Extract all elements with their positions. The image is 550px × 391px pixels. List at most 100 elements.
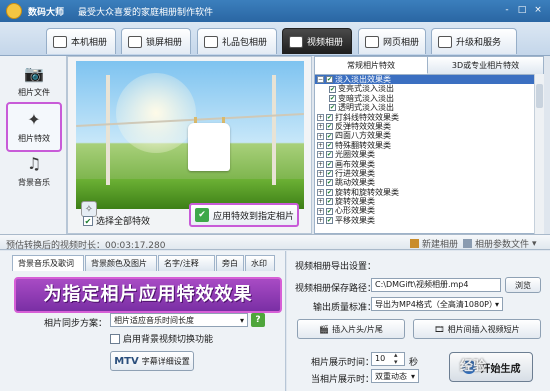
- expand-icon[interactable]: +: [317, 151, 324, 159]
- album-params-button[interactable]: 相册参数文件 ▾: [463, 237, 537, 250]
- expand-icon[interactable]: +: [317, 207, 324, 215]
- expand-icon[interactable]: +: [317, 132, 324, 140]
- new-album-button[interactable]: 新建相册: [410, 237, 458, 250]
- expand-icon[interactable]: +: [317, 141, 324, 149]
- tab-narration[interactable]: 旁白: [216, 255, 244, 271]
- save-path-input[interactable]: C:\DMGift\视频相册.mp4: [371, 278, 501, 292]
- effect-row[interactable]: + ✔ 光圈效果类: [315, 150, 534, 159]
- effect-row[interactable]: ✔ 变亮式淡入淡出: [315, 84, 534, 93]
- effect-label: 画布效果类: [335, 159, 375, 169]
- sidebar-item-background-music[interactable]: ♫ 背景音乐: [6, 148, 62, 198]
- music-note-icon: ♫: [26, 154, 42, 173]
- effect-row[interactable]: + ✔ 特殊翻转效果类: [315, 141, 534, 150]
- tab-web-album[interactable]: 网页相册: [358, 28, 426, 54]
- effect-row[interactable]: + ✔ 平移效果类: [315, 216, 534, 225]
- effect-label: 特殊翻转效果类: [335, 140, 391, 150]
- close-button[interactable]: ×: [531, 4, 545, 16]
- effect-row[interactable]: + ✔ 跳动效果类: [315, 178, 534, 187]
- effect-row[interactable]: ✔ 透明式淡入淡出: [315, 103, 534, 112]
- effect-row[interactable]: + ✔ 四面八方效果类: [315, 131, 534, 140]
- gift-icon: [204, 35, 218, 48]
- tab-regular-effects[interactable]: 常规相片特效: [315, 57, 428, 74]
- display-time-label: 相片展示时间：: [311, 358, 375, 368]
- maximize-button[interactable]: □: [515, 4, 529, 16]
- expand-icon[interactable]: +: [317, 113, 324, 121]
- effect-row[interactable]: − ✔ 淡入淡出效果类: [315, 75, 534, 85]
- expand-icon[interactable]: +: [317, 188, 324, 196]
- effect-checkbox[interactable]: ✔: [326, 160, 333, 168]
- tab-names-notes[interactable]: 名字/注释: [158, 255, 215, 271]
- effect-checkbox[interactable]: ✔: [326, 132, 333, 140]
- effect-checkbox[interactable]: ✔: [326, 113, 333, 121]
- apply-effects-to-photo-button[interactable]: ✔ 应用特效到指定相片: [189, 203, 299, 227]
- tab-3d-effects[interactable]: 3D或专业相片特效: [428, 57, 544, 74]
- effect-row[interactable]: + ✔ 打斜线特效效果类: [315, 113, 534, 122]
- effects-scrollbar[interactable]: [534, 74, 544, 234]
- effect-row[interactable]: + ✔ 心形效果类: [315, 206, 534, 215]
- subtitle-settings-button[interactable]: MTV 字幕详细设置: [110, 351, 194, 371]
- effect-checkbox[interactable]: ✔: [326, 123, 333, 131]
- mtv-badge: MTV: [114, 355, 139, 367]
- photo-preview-panel: ✧ ✔ 选择全部特效 ✔ 应用特效到指定相片: [67, 56, 312, 234]
- tab-music-lyrics[interactable]: 背景音乐及歌词: [12, 255, 84, 271]
- effect-checkbox[interactable]: ✔: [326, 141, 333, 149]
- export-settings-panel: 视频相册导出设置： 视频相册保存路径： C:\DMGift\视频相册.mp4 浏…: [287, 251, 550, 391]
- expand-icon[interactable]: +: [317, 160, 324, 168]
- expand-icon[interactable]: +: [317, 179, 324, 187]
- minimize-button[interactable]: -: [500, 4, 514, 16]
- effect-row[interactable]: + ✔ 反弹特效效果类: [315, 122, 534, 131]
- tab-upgrade-service[interactable]: 升级和服务: [431, 28, 517, 54]
- expand-icon[interactable]: +: [317, 123, 324, 131]
- effect-checkbox[interactable]: ✔: [329, 94, 336, 102]
- sync-label: 相片同步方案：: [44, 319, 108, 329]
- tab-video-album[interactable]: 视频相册: [282, 28, 352, 54]
- effect-checkbox[interactable]: ✔: [326, 188, 333, 196]
- tab-gift-album[interactable]: 礼品包相册: [197, 28, 277, 54]
- time-spinner[interactable]: ▴ ▾: [394, 352, 398, 366]
- sidebar-item-photo-files[interactable]: 📷 相片文件: [6, 58, 62, 108]
- collapse-icon[interactable]: −: [317, 76, 324, 84]
- insert-video-clip-button[interactable]: 🎞 相片间插入视频短片: [413, 319, 541, 339]
- help-icon[interactable]: ?: [251, 313, 265, 327]
- display-mode-select[interactable]: 双重动态 ▾: [371, 369, 419, 383]
- camera-icon: 📷: [24, 64, 44, 83]
- effect-checkbox[interactable]: ✔: [326, 198, 333, 206]
- lock-screen-icon: [128, 35, 142, 48]
- check-icon: ✔: [195, 208, 209, 222]
- quality-select[interactable]: 导出为MP4格式（全高清1080P） ▾: [371, 297, 503, 311]
- expand-icon[interactable]: +: [317, 198, 324, 206]
- dropdown-arrow-icon: ▾: [410, 371, 415, 381]
- expand-icon[interactable]: +: [317, 170, 324, 178]
- effect-checkbox[interactable]: ✔: [326, 76, 333, 84]
- select-all-effects-checkbox[interactable]: ✔ 选择全部特效: [83, 214, 150, 227]
- expand-icon[interactable]: +: [317, 217, 324, 225]
- effect-checkbox[interactable]: ✔: [326, 217, 333, 225]
- effect-row[interactable]: ✔ 变暗式淡入淡出: [315, 94, 534, 103]
- tab-local-album[interactable]: 本机相册: [46, 28, 116, 54]
- insert-intro-outro-button[interactable]: 🎬 插入片头/片尾: [297, 319, 405, 339]
- main-tab-strip: 本机相册 锁屏相册 礼品包相册 视频相册 网页相册 升级和服务: [0, 22, 550, 56]
- tab-watermark[interactable]: 水印: [245, 255, 275, 271]
- title-bar: 数码大师 最受大众喜爱的家庭相册制作软件 - □ ×: [0, 0, 550, 22]
- bg-video-switch-checkbox[interactable]: 启用背景视频切换功能: [110, 332, 213, 345]
- display-mode-label: 当相片展示时：: [311, 375, 375, 385]
- effect-checkbox[interactable]: ✔: [326, 207, 333, 215]
- quality-label: 输出质量标准：: [313, 303, 377, 313]
- watermark-text: 经验: [460, 359, 487, 374]
- effect-row[interactable]: + ✔ 行进效果类: [315, 169, 534, 178]
- sync-select[interactable]: 相片适应音乐时间长度 ▾: [110, 313, 248, 327]
- browse-button[interactable]: 浏览: [505, 277, 541, 293]
- effects-tree: − ✔ 淡入淡出效果类 ✔ 变亮式淡入淡出 ✔ 变暗式淡入淡出 ✔ 透明式淡入淡出 + ✔ 打斜线特效…: [315, 74, 534, 234]
- display-time-input[interactable]: 10: [371, 352, 405, 366]
- effect-checkbox[interactable]: ✔: [326, 179, 333, 187]
- tab-background-color[interactable]: 背景颜色及图片: [85, 255, 157, 271]
- left-sidebar: 📷 相片文件 ✦ 相片特效 ♫ 背景音乐: [0, 56, 67, 234]
- sidebar-item-photo-effects[interactable]: ✦ 相片特效: [6, 102, 62, 152]
- effect-checkbox[interactable]: ✔: [326, 170, 333, 178]
- effect-row[interactable]: + ✔ 旋转和旋转效果类: [315, 188, 534, 197]
- tab-lock-screen-album[interactable]: 锁屏相册: [121, 28, 191, 54]
- effect-checkbox[interactable]: ✔: [329, 104, 336, 112]
- effect-row[interactable]: + ✔ 画布效果类: [315, 160, 534, 169]
- effect-checkbox[interactable]: ✔: [329, 85, 336, 93]
- effect-checkbox[interactable]: ✔: [326, 151, 333, 159]
